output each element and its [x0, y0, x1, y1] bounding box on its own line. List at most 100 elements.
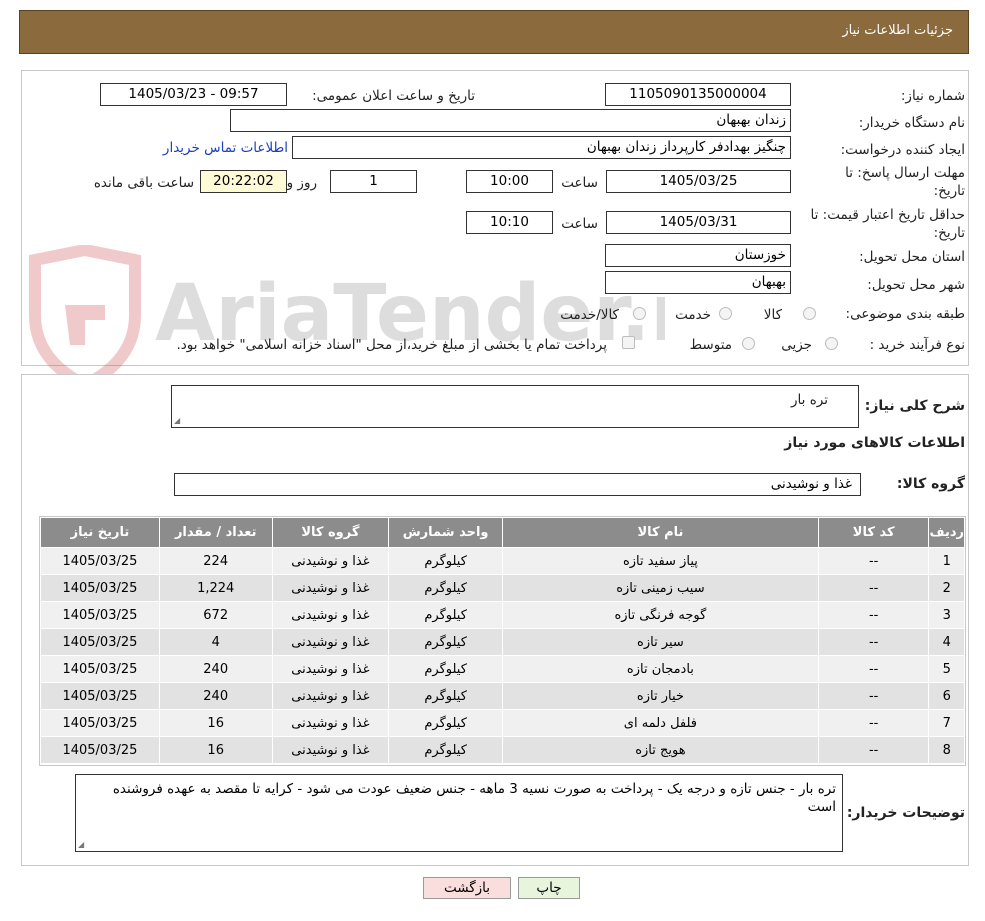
cell-date: 1405/03/25 — [40, 628, 160, 656]
cell-row: 5 — [928, 655, 965, 683]
category-radio-goods-service[interactable] — [633, 307, 646, 320]
category-radio-goods[interactable] — [803, 307, 816, 320]
cell-name: بادمجان تازه — [501, 655, 819, 683]
table-row: 4 -- سیر تازه کیلوگرم غذا و نوشیدنی 4 14… — [40, 628, 965, 656]
category-label: طبقه بندی موضوعی: — [845, 306, 965, 322]
cell-unit: کیلوگرم — [388, 574, 503, 602]
buyer-notes-textarea[interactable]: تره بار - جنس تازه و درجه یک - پرداخت به… — [75, 774, 843, 852]
buyer-label: نام دستگاه خریدار: — [858, 115, 965, 131]
page-title: جزئیات اطلاعات نیاز — [842, 23, 953, 38]
summary-label: شرح کلی نیاز: — [864, 398, 965, 414]
cell-unit: کیلوگرم — [388, 682, 503, 710]
need-number-field: 1105090135000004 — [605, 83, 791, 106]
cell-unit: کیلوگرم — [388, 601, 503, 629]
table-header-row: ردیف کد کالا نام کالا واحد شمارش گروه کا… — [40, 517, 965, 548]
buyer-contact-link[interactable]: اطلاعات تماس خریدار — [163, 140, 288, 156]
creator-label: ایجاد کننده درخواست: — [840, 142, 965, 158]
buyer-notes-text: تره بار - جنس تازه و درجه یک - پرداخت به… — [112, 781, 836, 815]
cell-quantity: 4 — [158, 628, 273, 656]
goods-section-title: اطلاعات کالاهای مورد نیاز — [784, 435, 965, 451]
reply-deadline-label: مهلت ارسال پاسخ: تا — [845, 165, 965, 181]
city-label: شهر محل تحویل: — [867, 277, 965, 293]
resize-handle-icon: ◢ — [174, 416, 181, 425]
table-row: 1 -- پیاز سفید تازه کیلوگرم غذا و نوشیدن… — [40, 547, 965, 575]
cell-date: 1405/03/25 — [40, 655, 160, 683]
cell-row: 2 — [928, 574, 965, 602]
cell-group: غذا و نوشیدنی — [271, 709, 390, 737]
buyer-field: زندان بهبهان — [230, 109, 791, 132]
price-validity-label: حداقل تاریخ اعتبار قیمت: تا — [810, 207, 965, 223]
process-radio-minor[interactable] — [825, 337, 838, 350]
announce-label: تاریخ و ساعت اعلان عمومی: — [312, 88, 475, 104]
col-header-group: گروه کالا — [271, 517, 390, 548]
cell-code: -- — [817, 709, 930, 737]
need-number-label: شماره نیاز: — [900, 88, 965, 104]
cell-name: خیار تازه — [501, 682, 819, 710]
validity-date-field: 1405/03/31 — [606, 211, 791, 234]
col-header-date: تاریخ نیاز — [40, 517, 160, 548]
buyer-notes-label: توضیحات خریدار: — [846, 805, 965, 821]
process-type-label: نوع فرآیند خرید : — [869, 337, 965, 353]
process-option-medium: متوسط — [689, 337, 732, 353]
reply-time-field: 10:00 — [466, 170, 553, 193]
goods-group-label: گروه کالا: — [896, 476, 965, 492]
table-row: 8 -- هویج تازه کیلوگرم غذا و نوشیدنی 16 … — [40, 736, 965, 764]
announce-field: 1405/03/23 - 09:57 — [100, 83, 287, 106]
summary-textarea[interactable]: تره بار ◢ — [171, 385, 859, 428]
col-header-code: کد کالا — [817, 517, 930, 548]
print-button[interactable]: چاپ — [518, 877, 580, 899]
table-row: 3 -- گوجه فرنگی تازه کیلوگرم غذا و نوشید… — [40, 601, 965, 629]
cell-code: -- — [817, 736, 930, 764]
validity-time-label: ساعت — [561, 216, 598, 232]
cell-unit: کیلوگرم — [388, 655, 503, 683]
cell-name: سیر تازه — [501, 628, 819, 656]
cell-group: غذا و نوشیدنی — [271, 628, 390, 656]
city-field: بهبهان — [605, 271, 791, 294]
cell-code: -- — [817, 628, 930, 656]
col-header-name: نام کالا — [501, 517, 819, 548]
price-validity-label-2: تاریخ: — [933, 225, 965, 241]
cell-unit: کیلوگرم — [388, 709, 503, 737]
table-row: 6 -- خیار تازه کیلوگرم غذا و نوشیدنی 240… — [40, 682, 965, 710]
page-header: جزئیات اطلاعات نیاز — [19, 10, 969, 54]
cell-code: -- — [817, 574, 930, 602]
reply-time-label: ساعت — [561, 175, 598, 191]
province-field: خوزستان — [605, 244, 791, 267]
cell-name: پیاز سفید تازه — [501, 547, 819, 575]
cell-code: -- — [817, 547, 930, 575]
cell-row: 7 — [928, 709, 965, 737]
process-option-minor: جزیی — [781, 337, 812, 353]
table-row: 7 -- فلفل دلمه ای کیلوگرم غذا و نوشیدنی … — [40, 709, 965, 737]
cell-group: غذا و نوشیدنی — [271, 601, 390, 629]
days-field: 1 — [330, 170, 417, 193]
cell-name: فلفل دلمه ای — [501, 709, 819, 737]
cell-name: هویج تازه — [501, 736, 819, 764]
creator-field: چنگیز بهدادفر کارپرداز زندان بهبهان — [292, 136, 791, 159]
validity-time-field: 10:10 — [466, 211, 553, 234]
cell-group: غذا و نوشیدنی — [271, 547, 390, 575]
cell-name: گوجه فرنگی تازه — [501, 601, 819, 629]
cell-row: 4 — [928, 628, 965, 656]
table-row: 5 -- بادمجان تازه کیلوگرم غذا و نوشیدنی … — [40, 655, 965, 683]
col-header-quantity: تعداد / مقدار — [158, 517, 273, 548]
goods-table: ردیف کد کالا نام کالا واحد شمارش گروه کا… — [40, 517, 965, 764]
goods-group-field: غذا و نوشیدنی — [174, 473, 861, 496]
cell-group: غذا و نوشیدنی — [271, 655, 390, 683]
goods-table-wrapper: ردیف کد کالا نام کالا واحد شمارش گروه کا… — [39, 516, 966, 766]
cell-name: سیب زمینی تازه — [501, 574, 819, 602]
category-option-service: خدمت — [675, 307, 711, 323]
cell-code: -- — [817, 682, 930, 710]
cell-unit: کیلوگرم — [388, 547, 503, 575]
back-button[interactable]: بازگشت — [423, 877, 511, 899]
cell-quantity: 224 — [158, 547, 273, 575]
cell-unit: کیلوگرم — [388, 628, 503, 656]
category-option-goods: کالا — [763, 307, 782, 323]
reply-deadline-label-2: تاریخ: — [933, 183, 965, 199]
cell-row: 1 — [928, 547, 965, 575]
cell-unit: کیلوگرم — [388, 736, 503, 764]
process-radio-medium[interactable] — [742, 337, 755, 350]
cell-row: 6 — [928, 682, 965, 710]
cell-quantity: 672 — [158, 601, 273, 629]
category-radio-service[interactable] — [719, 307, 732, 320]
treasury-payment-checkbox[interactable] — [622, 336, 635, 349]
